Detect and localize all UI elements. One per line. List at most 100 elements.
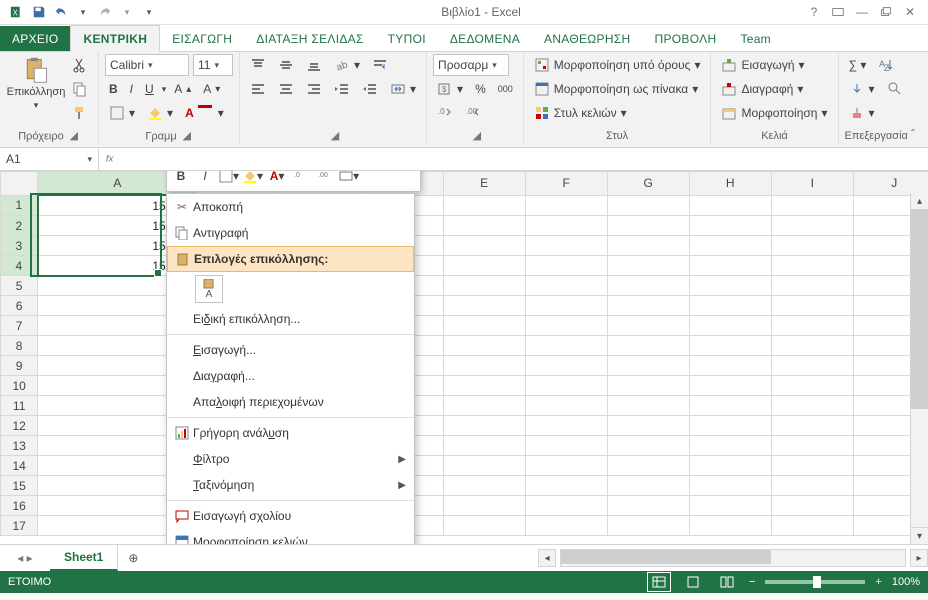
cell-E8[interactable] xyxy=(443,336,525,356)
number-launcher-icon[interactable]: ◢ xyxy=(471,130,483,142)
redo-icon[interactable] xyxy=(94,1,116,23)
cell-F16[interactable] xyxy=(525,496,607,516)
autosum-icon[interactable]: ∑ ▾ xyxy=(845,54,871,76)
help-icon[interactable]: ? xyxy=(802,1,826,23)
cut-icon[interactable] xyxy=(68,54,92,76)
cell-I15[interactable] xyxy=(771,476,853,496)
ctx-clear[interactable]: Απαλοιφή περιεχομένων xyxy=(167,389,414,415)
row-header-2[interactable]: 2 xyxy=(1,216,38,236)
cell-F13[interactable] xyxy=(525,436,607,456)
cell-I5[interactable] xyxy=(771,276,853,296)
align-top-icon[interactable] xyxy=(246,54,270,76)
cell-G11[interactable] xyxy=(607,396,689,416)
cell-G8[interactable] xyxy=(607,336,689,356)
tab-file[interactable]: ΑΡΧΕΙΟ xyxy=(0,26,70,51)
border-icon[interactable]: ▾ xyxy=(105,102,139,124)
cell-E13[interactable] xyxy=(443,436,525,456)
scroll-left-icon[interactable]: ◂ xyxy=(538,549,556,567)
copy-icon[interactable] xyxy=(68,78,92,100)
cell-I13[interactable] xyxy=(771,436,853,456)
cell-G10[interactable] xyxy=(607,376,689,396)
cell-I11[interactable] xyxy=(771,396,853,416)
cell-F5[interactable] xyxy=(525,276,607,296)
tab-page-layout[interactable]: ΔΙΑΤΑΞΗ ΣΕΛΙΔΑΣ xyxy=(244,26,375,51)
cell-I12[interactable] xyxy=(771,416,853,436)
cell-F7[interactable] xyxy=(525,316,607,336)
cell-F2[interactable] xyxy=(525,216,607,236)
clear-icon[interactable]: ▾ xyxy=(845,102,879,124)
tab-data[interactable]: ΔΕΔΟΜΕΝΑ xyxy=(438,26,532,51)
cell-E4[interactable] xyxy=(443,256,525,276)
mini-inc-decimal-icon[interactable]: .0 xyxy=(291,171,311,186)
cell-G16[interactable] xyxy=(607,496,689,516)
cell-E6[interactable] xyxy=(443,296,525,316)
row-header-1[interactable]: 1 xyxy=(1,195,38,216)
cell-E3[interactable] xyxy=(443,236,525,256)
ctx-filter[interactable]: Φίλτρο▶ xyxy=(167,446,414,472)
mini-bold-button[interactable]: B xyxy=(171,171,191,186)
cell-F9[interactable] xyxy=(525,356,607,376)
cell-H10[interactable] xyxy=(689,376,771,396)
align-middle-icon[interactable] xyxy=(274,54,298,76)
cell-F10[interactable] xyxy=(525,376,607,396)
font-size-select[interactable]: 11▾ xyxy=(193,54,233,76)
delete-cells-button[interactable]: Διαγραφή ▾ xyxy=(717,78,807,100)
cell-H9[interactable] xyxy=(689,356,771,376)
col-header-G[interactable]: G xyxy=(607,172,689,196)
accounting-icon[interactable]: $▾ xyxy=(433,78,467,100)
cell-G15[interactable] xyxy=(607,476,689,496)
cell-H12[interactable] xyxy=(689,416,771,436)
number-format-select[interactable]: Προσαρμ▾ xyxy=(433,54,509,76)
cell-G6[interactable] xyxy=(607,296,689,316)
cell-F6[interactable] xyxy=(525,296,607,316)
ribbon-display-icon[interactable] xyxy=(826,1,850,23)
col-header-I[interactable]: I xyxy=(771,172,853,196)
row-header-4[interactable]: 4 xyxy=(1,256,38,276)
decrease-decimal-icon[interactable]: .00 xyxy=(461,102,485,124)
vertical-scrollbar[interactable]: ▴ ▾ xyxy=(910,193,928,544)
alignment-launcher-icon[interactable]: ◢ xyxy=(329,130,341,142)
insert-cells-button[interactable]: Εισαγωγή ▾ xyxy=(717,54,808,76)
col-header-H[interactable]: H xyxy=(689,172,771,196)
qat-customize-icon[interactable]: ▾ xyxy=(138,1,160,23)
collapse-ribbon-icon[interactable]: ˆ xyxy=(904,125,922,143)
cell-E17[interactable] xyxy=(443,516,525,536)
cell-G9[interactable] xyxy=(607,356,689,376)
cell-E5[interactable] xyxy=(443,276,525,296)
cell-F8[interactable] xyxy=(525,336,607,356)
tab-team[interactable]: Team xyxy=(728,26,783,51)
redo-dropdown-icon[interactable]: ▾ xyxy=(116,1,138,23)
sheet-tab[interactable]: Sheet1 xyxy=(50,545,118,571)
cell-G12[interactable] xyxy=(607,416,689,436)
tab-insert[interactable]: ΕΙΣΑΓΩΓΗ xyxy=(160,26,244,51)
ctx-quick-analysis[interactable]: Γρήγορη ανάλυση xyxy=(167,420,414,446)
tab-home[interactable]: ΚΕΝΤΡΙΚΗ xyxy=(70,25,160,52)
save-icon[interactable] xyxy=(28,1,50,23)
comma-icon[interactable]: 000 xyxy=(494,78,517,100)
bold-button[interactable]: B xyxy=(105,78,122,100)
ctx-format-cells[interactable]: Μορφοποίηση κελιών... xyxy=(167,529,414,544)
cell-H8[interactable] xyxy=(689,336,771,356)
formula-bar[interactable]: fx xyxy=(99,148,928,170)
format-painter-icon[interactable] xyxy=(68,102,92,124)
cell-F4[interactable] xyxy=(525,256,607,276)
mini-dec-decimal-icon[interactable]: .00 xyxy=(315,171,335,186)
tab-view[interactable]: ΠΡΟΒΟΛΗ xyxy=(643,26,729,51)
undo-icon[interactable] xyxy=(50,1,72,23)
cell-I14[interactable] xyxy=(771,456,853,476)
wrap-text-icon[interactable] xyxy=(368,54,392,76)
underline-button[interactable]: U xyxy=(141,78,158,100)
row-header-3[interactable]: 3 xyxy=(1,236,38,256)
cell-G1[interactable] xyxy=(607,195,689,216)
cell-G2[interactable] xyxy=(607,216,689,236)
cell-H16[interactable] xyxy=(689,496,771,516)
cell-I9[interactable] xyxy=(771,356,853,376)
fill-icon[interactable]: ▾ xyxy=(845,78,879,100)
cell-I10[interactable] xyxy=(771,376,853,396)
cell-E12[interactable] xyxy=(443,416,525,436)
increase-decimal-icon[interactable]: .0 xyxy=(433,102,457,124)
cell-F17[interactable] xyxy=(525,516,607,536)
row-header-11[interactable]: 11 xyxy=(1,396,38,416)
font-name-select[interactable]: Calibri▾ xyxy=(105,54,189,76)
row-header-14[interactable]: 14 xyxy=(1,456,38,476)
